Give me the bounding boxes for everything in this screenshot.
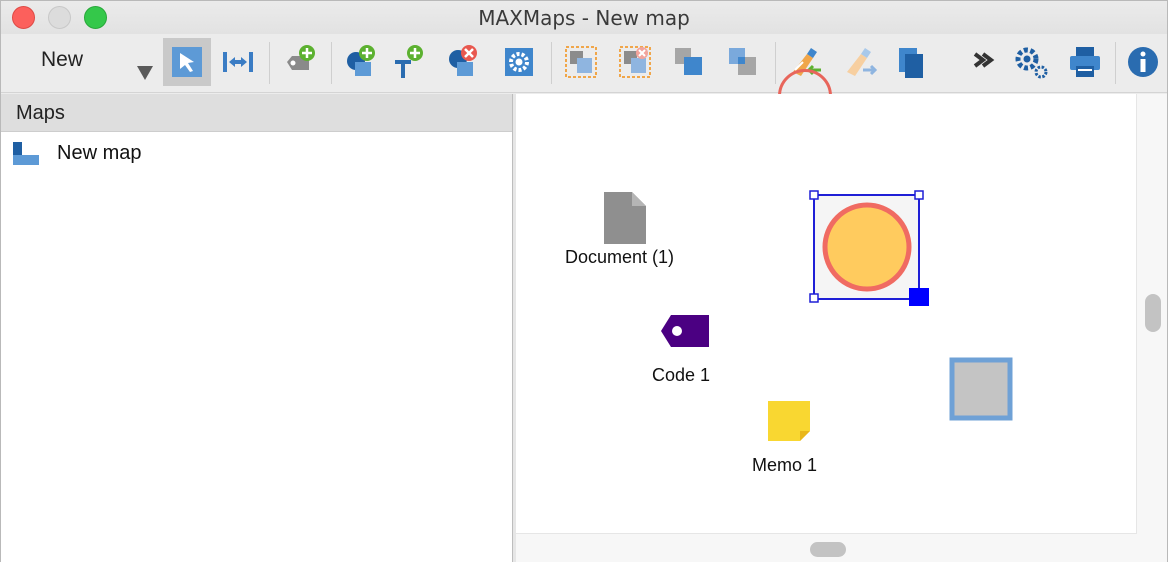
document-object-icon[interactable] <box>602 190 648 246</box>
more-icon <box>973 52 995 68</box>
window-title: MAXMaps - New map <box>478 6 690 30</box>
map-list-item-label: New map <box>57 142 142 164</box>
vertical-scroll-thumb[interactable] <box>1145 294 1161 332</box>
code-object-label: Code 1 <box>652 365 711 385</box>
memo-object-icon[interactable] <box>766 399 812 443</box>
title-bar: MAXMaps - New map <box>1 1 1167 34</box>
print-icon <box>1070 47 1100 77</box>
map-icon <box>13 142 39 165</box>
add-object-button[interactable] <box>339 40 383 84</box>
new-button[interactable]: New <box>41 48 83 72</box>
maps-panel-title: Maps <box>16 102 65 124</box>
add-object-icon <box>347 45 375 76</box>
maps-panel: Maps New map <box>1 94 513 562</box>
circle-object-selected[interactable] <box>809 190 931 306</box>
new-dropdown-icon[interactable] <box>137 66 153 80</box>
bring-front-button[interactable] <box>667 40 711 84</box>
send-back-button[interactable] <box>721 40 765 84</box>
memo-object-label: Memo 1 <box>752 455 818 475</box>
info-button[interactable] <box>1121 40 1165 84</box>
more-button[interactable] <box>963 40 1007 84</box>
square-object[interactable] <box>949 357 1015 423</box>
export-format-icon <box>847 48 878 76</box>
settings-icon <box>505 48 533 76</box>
send-back-icon <box>729 48 756 75</box>
copy-button[interactable] <box>889 40 933 84</box>
delete-object-button[interactable] <box>441 40 485 84</box>
maps-panel-header: Maps <box>1 94 512 132</box>
add-text-button[interactable] <box>385 40 429 84</box>
copy-icon <box>899 48 923 78</box>
ungroup-icon <box>619 46 651 78</box>
info-icon <box>1128 47 1158 77</box>
fit-width-icon <box>223 52 253 72</box>
horizontal-scroll-thumb[interactable] <box>810 542 846 557</box>
object-settings-button[interactable] <box>497 40 541 84</box>
add-code-button[interactable] <box>277 40 321 84</box>
map-list-item[interactable]: New map <box>11 140 311 166</box>
select-tool-button[interactable] <box>163 38 211 86</box>
code-object-icon[interactable] <box>659 313 711 349</box>
map-canvas[interactable]: Document (1) Code 1 Memo 1 <box>516 94 1137 534</box>
group-icon <box>565 46 597 78</box>
export-format-button[interactable] <box>837 40 881 84</box>
add-text-icon <box>395 45 423 78</box>
group-button[interactable] <box>559 40 603 84</box>
document-object-label: Document (1) <box>565 247 675 267</box>
ungroup-button[interactable] <box>613 40 657 84</box>
options-button[interactable] <box>1009 40 1053 84</box>
options-icon <box>1015 47 1048 79</box>
add-code-icon <box>287 45 315 70</box>
fit-width-button[interactable] <box>216 40 260 84</box>
select-tool-icon <box>172 47 202 77</box>
bring-front-icon <box>675 48 702 75</box>
print-button[interactable] <box>1063 40 1107 84</box>
toolbar: New <box>1 34 1167 123</box>
app-window: MAXMaps - New map New Maps New map Docum… <box>0 0 1168 562</box>
delete-object-icon <box>449 45 477 76</box>
